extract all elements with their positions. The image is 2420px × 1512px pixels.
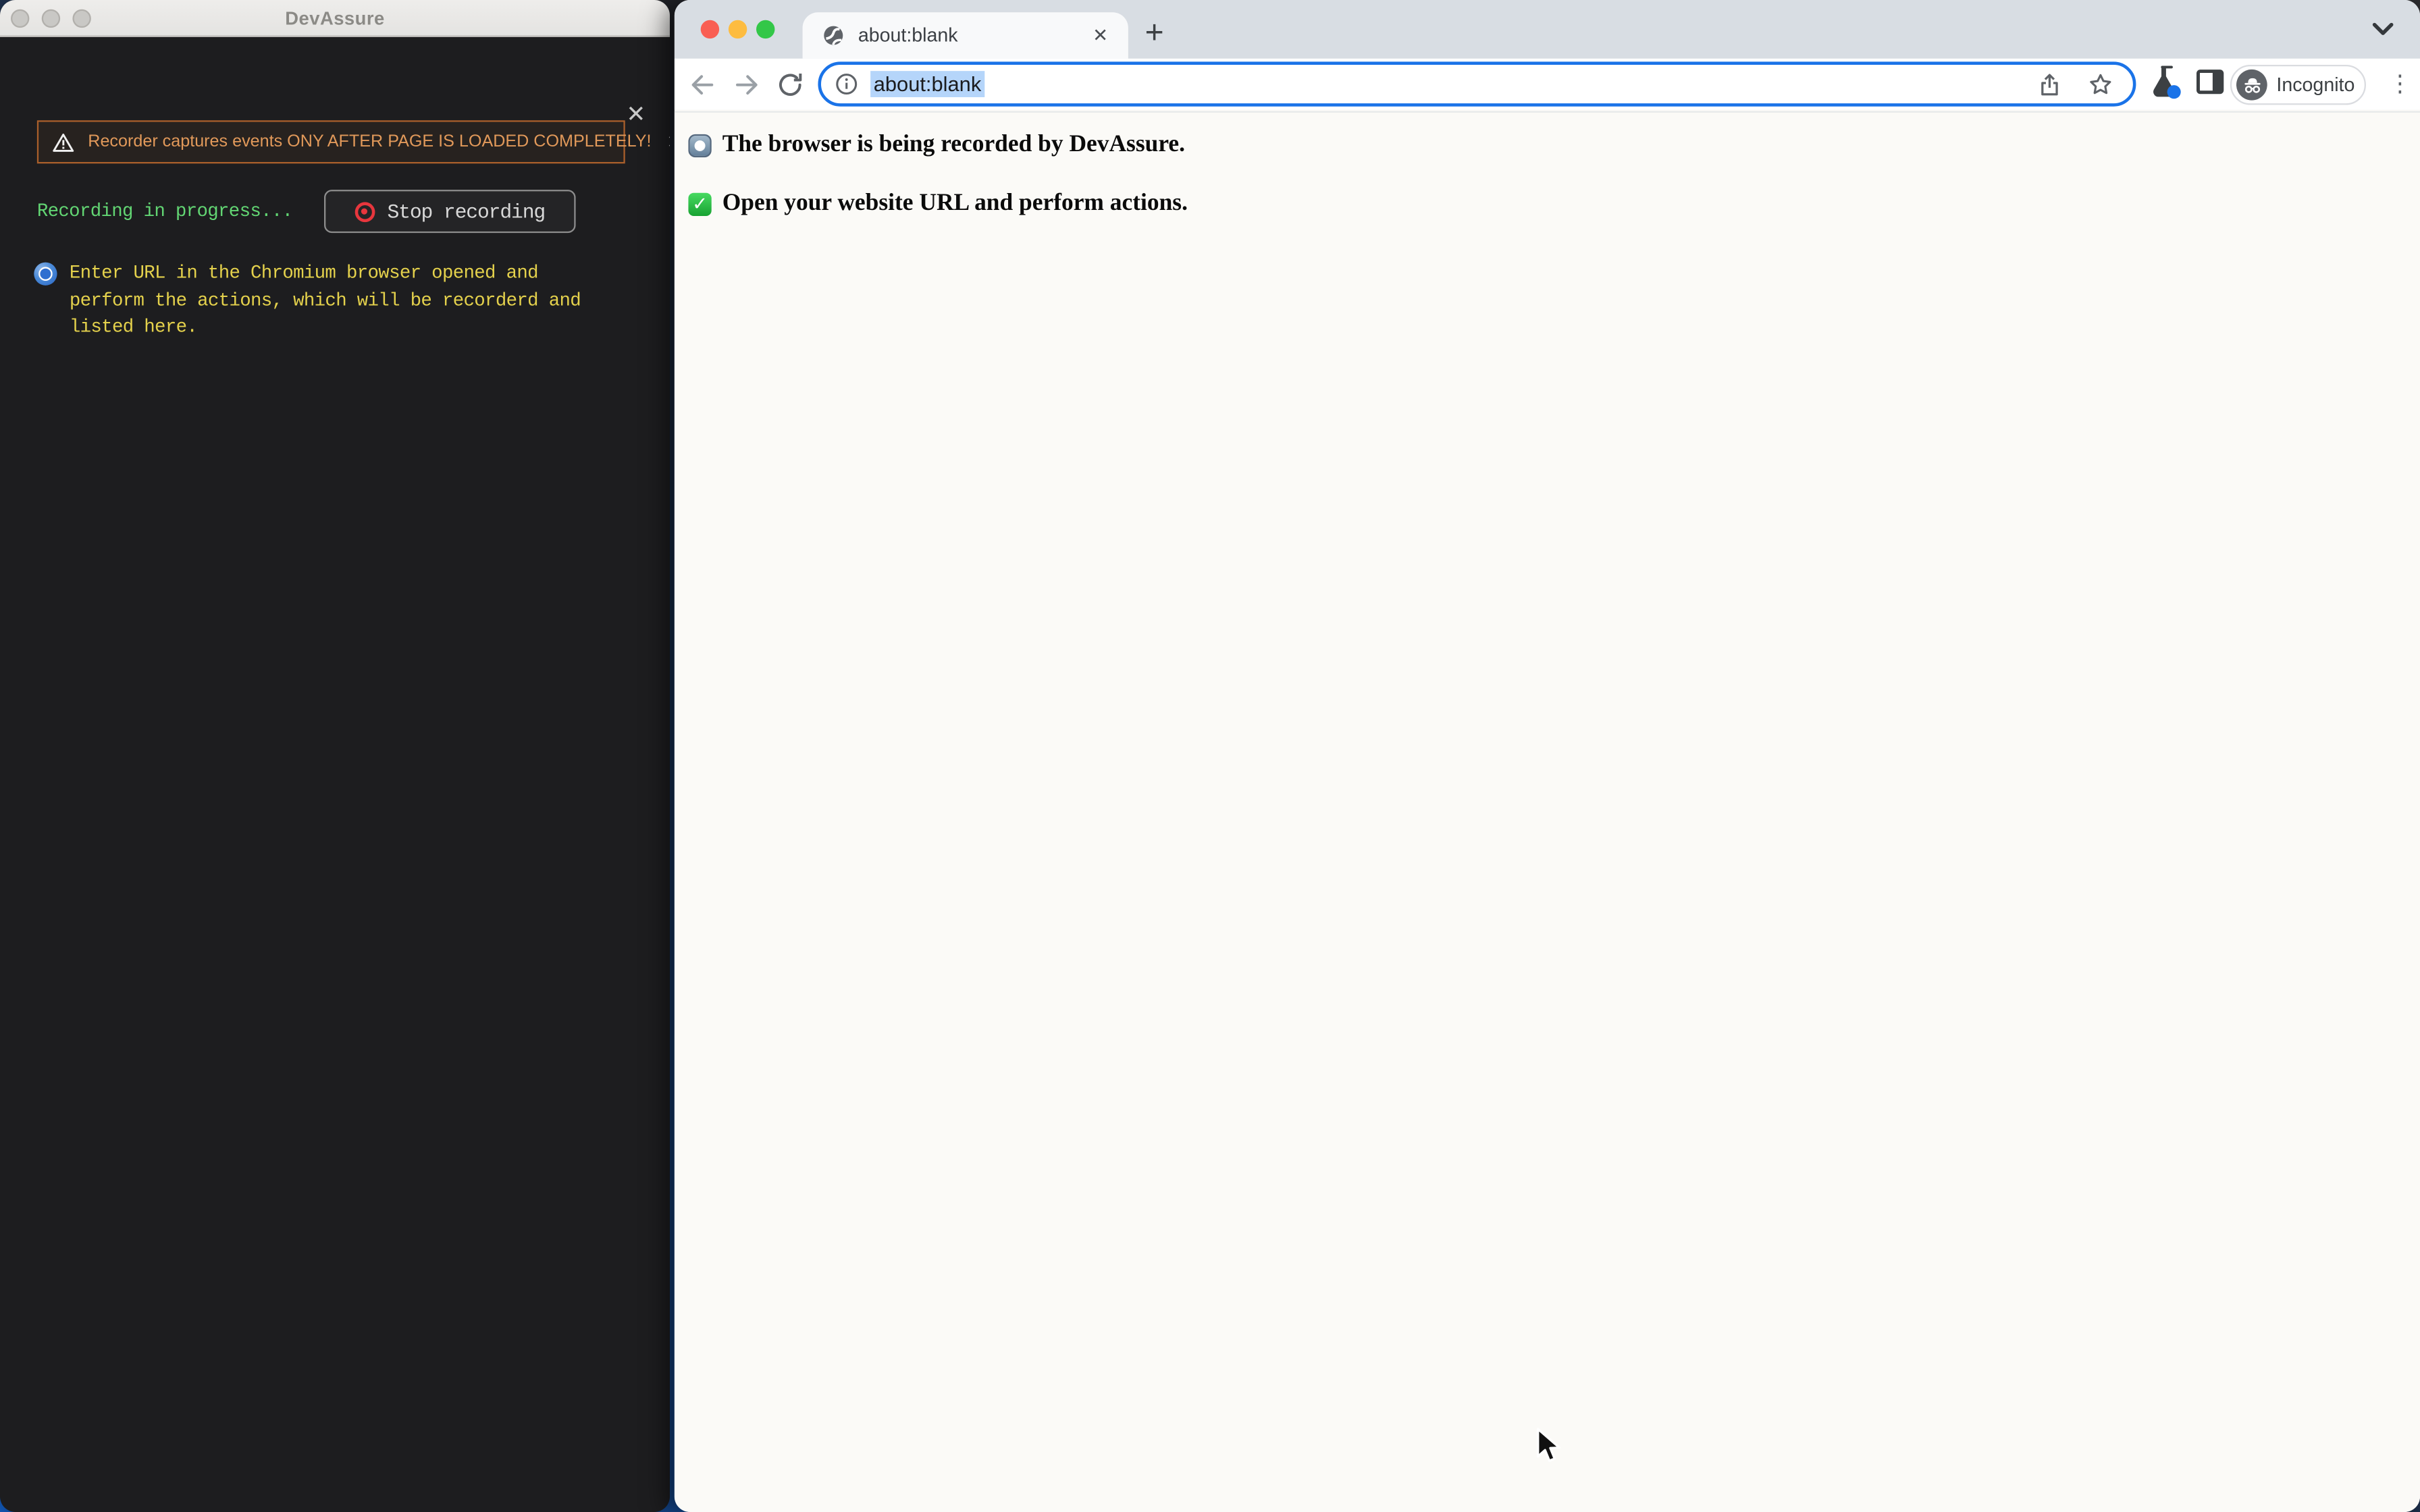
page-info-icon[interactable]	[833, 71, 860, 97]
warning-banner: Recorder captures events ONY AFTER PAGE …	[36, 120, 670, 164]
side-panel-icon	[2196, 70, 2224, 94]
star-icon	[2090, 73, 2111, 94]
reload-icon	[779, 73, 802, 96]
incognito-badge[interactable]: Incognito	[2230, 65, 2367, 105]
browser-window-controls	[700, 20, 775, 39]
instruction-block: Enter URL in the Chromium browser opened…	[34, 261, 621, 342]
stop-recording-button[interactable]: Stop recording	[324, 190, 576, 234]
forward-button[interactable]	[727, 65, 767, 105]
instruction-text: Enter URL in the Chromium browser opened…	[69, 262, 581, 339]
warning-icon	[53, 132, 74, 151]
recorded-notice-line: The browser is being recorded by DevAssu…	[688, 131, 2420, 159]
devassure-titlebar[interactable]: DevAssure	[0, 0, 670, 37]
side-panel-button[interactable]	[2193, 66, 2227, 102]
tab-strip: about:blank ✕ +	[674, 0, 2420, 59]
devassure-window: DevAssure ✕ Recorder captures events ONY…	[0, 0, 670, 1512]
share-icon	[2041, 73, 2058, 95]
recording-status-text: Recording in progress...	[36, 200, 293, 223]
bookmark-button[interactable]	[2086, 70, 2114, 98]
back-button[interactable]	[682, 65, 722, 105]
incognito-label: Incognito	[2276, 74, 2355, 96]
tab-title: about:blank	[858, 24, 958, 47]
forward-arrow-icon	[736, 75, 758, 95]
recorder-panel: ✕ Recorder captures events ONY AFTER PAG…	[0, 37, 670, 1512]
reload-button[interactable]	[770, 65, 810, 105]
record-icon	[354, 201, 375, 221]
chrome-labs-button[interactable]	[2149, 63, 2186, 108]
address-bar[interactable]: about:blank	[818, 61, 2136, 107]
warning-banner-close-button[interactable]: ✕	[665, 131, 670, 153]
open-url-line: Open your website URL and perform action…	[688, 190, 2420, 217]
chevron-down-icon	[2372, 22, 2394, 34]
recording-row: Recording in progress... Stop recording	[36, 190, 633, 234]
desktop: DevAssure ✕ Recorder captures events ONY…	[0, 0, 2420, 1512]
url-text-selected[interactable]: about:blank	[870, 71, 984, 97]
recorded-notice-text: The browser is being recorded by DevAssu…	[722, 131, 1186, 158]
check-mark-emoji-icon	[688, 192, 712, 215]
window-title: DevAssure	[285, 7, 385, 29]
browser-menu-button[interactable]: ⋮	[2382, 65, 2419, 105]
flask-icon	[2153, 65, 2181, 99]
panel-close-button[interactable]: ✕	[622, 102, 650, 130]
browser-toolbar: about:blank Incognito ⋮	[674, 58, 2420, 110]
browser-window: about:blank ✕ + about:blank Incognito ⋮ …	[674, 0, 2420, 1512]
tab-search-chevron-button[interactable]	[2367, 18, 2398, 43]
page-content: The browser is being recorded by DevAssu…	[674, 111, 2420, 1512]
globe-favicon	[824, 26, 843, 45]
warning-banner-text: Recorder captures events ONY AFTER PAGE …	[88, 132, 652, 152]
close-window-button[interactable]	[700, 20, 720, 39]
share-button[interactable]	[2036, 70, 2063, 98]
tab-close-button[interactable]: ✕	[1088, 23, 1113, 48]
record-radio-emoji-icon	[688, 133, 712, 157]
stop-recording-label: Stop recording	[387, 200, 546, 223]
browser-tab[interactable]: about:blank ✕	[802, 12, 1128, 59]
minimize-window-button[interactable]	[728, 20, 747, 39]
new-tab-button[interactable]: +	[1133, 12, 1176, 55]
zoom-window-button[interactable]	[756, 20, 775, 39]
chromium-icon	[34, 262, 57, 286]
back-arrow-icon	[691, 75, 714, 95]
open-url-text: Open your website URL and perform action…	[722, 190, 1188, 216]
incognito-icon	[2244, 77, 2260, 92]
incognito-avatar	[2236, 69, 2267, 101]
